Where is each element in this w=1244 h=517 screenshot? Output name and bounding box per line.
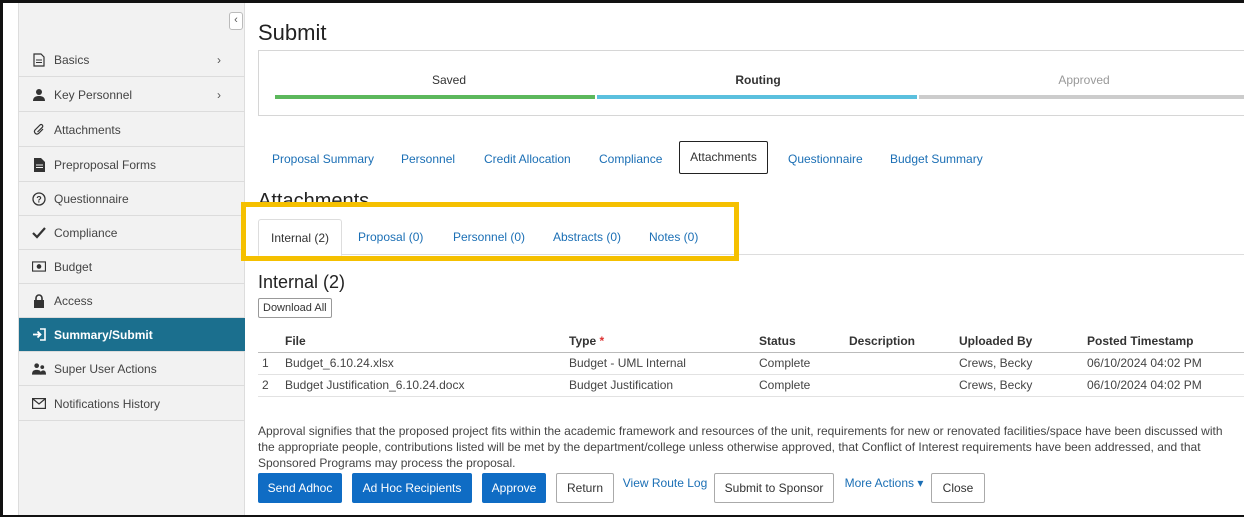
sidebar-item-key-personnel[interactable]: Key Personnel ›: [19, 78, 245, 112]
question-icon: ?: [32, 191, 46, 206]
tab-proposal-summary[interactable]: Proposal Summary: [272, 151, 374, 167]
download-all-button[interactable]: Download All: [258, 298, 332, 318]
collapse-sidebar-button[interactable]: ‹: [229, 12, 243, 30]
sidebar-item-super-user-actions[interactable]: Super User Actions: [19, 352, 245, 386]
file-timestamp: 06/10/2024 04:02 PM: [1087, 352, 1244, 375]
sidebar-item-label: Compliance: [54, 225, 118, 240]
route-progress: Saved Routing Approved: [258, 50, 1244, 116]
row-number: 2: [258, 374, 285, 397]
step-saved-bar: [275, 95, 595, 99]
sub-tab-abstracts[interactable]: Abstracts (0): [553, 230, 621, 244]
sidebar-item-label: Budget: [54, 259, 93, 274]
person-icon: [32, 88, 46, 102]
table-header-row: File Type * Status Description Uploaded …: [258, 330, 1244, 353]
more-actions-dropdown[interactable]: More Actions ▾: [842, 474, 926, 504]
file-timestamp: 06/10/2024 04:02 PM: [1087, 374, 1244, 397]
column-type-label: Type: [569, 333, 597, 348]
approve-button[interactable]: Approve: [482, 473, 546, 503]
table-row: 1 Budget_6.10.24.xlsx Budget - UML Inter…: [258, 352, 1244, 375]
file-description: [849, 374, 959, 397]
tab-questionnaire[interactable]: Questionnaire: [788, 151, 863, 167]
tab-attachments[interactable]: Attachments: [679, 141, 768, 174]
sidebar: Basics › Key Personnel › Attachments Pre…: [19, 3, 245, 515]
table-row: 2 Budget Justification_6.10.24.docx Budg…: [258, 374, 1244, 397]
document-icon: [32, 52, 46, 67]
sidebar-item-label: Notifications History: [54, 396, 161, 411]
file-uploaded-by: Crews, Becky: [959, 374, 1087, 397]
approval-note: Approval signifies that the proposed pro…: [258, 424, 1223, 470]
attachment-sub-tabs: Internal (2) Proposal (0) Personnel (0) …: [258, 219, 1244, 256]
sidebar-item-questionnaire[interactable]: ? Questionnaire: [19, 182, 245, 216]
return-button[interactable]: Return: [556, 473, 614, 503]
section-title: Attachments: [258, 190, 370, 204]
check-icon: [32, 226, 46, 240]
sidebar-item-label: Super User Actions: [54, 361, 157, 376]
file-type: Budget Justification: [569, 374, 759, 397]
sidebar-item-attachments[interactable]: Attachments: [19, 113, 245, 147]
step-routing: Routing: [735, 73, 781, 87]
sidebar-item-summary-submit[interactable]: Summary/Submit: [19, 318, 245, 352]
file-type: Budget - UML Internal: [569, 352, 759, 375]
view-route-log-link[interactable]: View Route Log: [622, 474, 708, 504]
tab-credit-allocation[interactable]: Credit Allocation: [484, 151, 571, 167]
file-status: Complete: [759, 352, 849, 375]
step-saved: Saved: [431, 73, 467, 87]
sidebar-item-basics[interactable]: Basics ›: [19, 43, 245, 77]
sub-tab-internal[interactable]: Internal (2): [258, 219, 342, 256]
sidebar-item-access[interactable]: Access: [19, 284, 245, 318]
internal-title: Internal (2): [258, 272, 346, 292]
file-link[interactable]: Budget Justification_6.10.24.docx: [285, 374, 569, 397]
sidebar-item-compliance[interactable]: Compliance: [19, 216, 245, 250]
sidebar-item-label: Attachments: [54, 122, 121, 137]
page-title: Submit: [258, 20, 327, 45]
sign-in-icon: [32, 328, 46, 342]
sub-tab-personnel[interactable]: Personnel (0): [453, 230, 525, 244]
column-header-status[interactable]: Status: [759, 330, 849, 353]
file-link[interactable]: Budget_6.10.24.xlsx: [285, 352, 569, 375]
attachments-table: File Type * Status Description Uploaded …: [258, 330, 1244, 397]
chevron-right-icon: ›: [217, 88, 221, 102]
paperclip-icon: [32, 123, 46, 137]
file-uploaded-by: Crews, Becky: [959, 352, 1087, 375]
sidebar-item-budget[interactable]: Budget: [19, 250, 245, 284]
sub-tab-proposal[interactable]: Proposal (0): [358, 230, 423, 244]
file-description: [849, 352, 959, 375]
svg-text:?: ?: [36, 194, 42, 204]
tab-personnel[interactable]: Personnel: [401, 151, 455, 167]
sidebar-item-preproposal-forms[interactable]: Preproposal Forms: [19, 148, 245, 182]
column-header-posted-timestamp[interactable]: Posted Timestamp: [1087, 330, 1244, 353]
file-icon: [32, 157, 46, 172]
column-header-file[interactable]: File: [285, 330, 569, 353]
lock-icon: [32, 293, 46, 308]
ad-hoc-recipients-button[interactable]: Ad Hoc Recipients: [352, 473, 472, 503]
send-adhoc-button[interactable]: Send Adhoc: [258, 473, 342, 503]
close-button[interactable]: Close: [931, 473, 985, 503]
left-gutter: [3, 3, 19, 515]
sidebar-item-label: Access: [54, 293, 93, 308]
users-icon: [32, 362, 46, 376]
column-header-number: [258, 330, 285, 353]
step-approved: Approved: [1058, 73, 1110, 87]
sidebar-item-label: Summary/Submit: [54, 327, 153, 342]
sidebar-item-label: Questionnaire: [54, 191, 129, 206]
column-header-type[interactable]: Type *: [569, 330, 759, 353]
step-approved-bar: [919, 95, 1244, 99]
column-header-uploaded-by[interactable]: Uploaded By: [959, 330, 1087, 353]
submit-to-sponsor-button[interactable]: Submit to Sponsor: [714, 473, 834, 503]
step-routing-bar: [597, 95, 917, 99]
file-status: Complete: [759, 374, 849, 397]
sidebar-item-notifications-history[interactable]: Notifications History: [19, 387, 245, 421]
sidebar-item-label: Preproposal Forms: [54, 157, 157, 172]
sidebar-item-label: Basics: [54, 52, 90, 67]
sidebar-item-label: Key Personnel: [54, 87, 133, 102]
money-icon: [32, 260, 46, 274]
tab-budget-summary[interactable]: Budget Summary: [890, 151, 983, 167]
column-header-description[interactable]: Description: [849, 330, 959, 353]
required-marker: *: [599, 333, 605, 348]
sub-tab-notes[interactable]: Notes (0): [649, 230, 698, 244]
chevron-right-icon: ›: [217, 53, 221, 67]
envelope-icon: [32, 397, 46, 411]
row-number: 1: [258, 352, 285, 375]
tab-compliance[interactable]: Compliance: [599, 151, 662, 167]
